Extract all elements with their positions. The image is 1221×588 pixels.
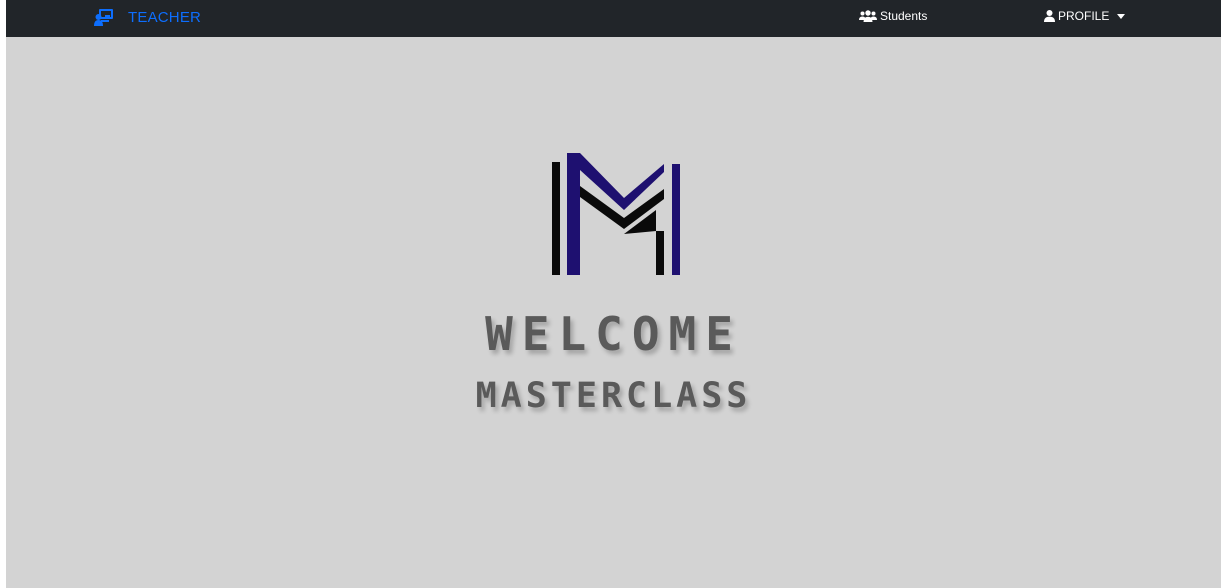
brand-label: TEACHER (128, 8, 202, 26)
brand-link[interactable]: TEACHER (94, 0, 201, 34)
profile-label: PROFILE (1058, 9, 1110, 23)
top-navbar: TEACHER Students PROFILE (6, 0, 1221, 37)
page: TEACHER Students PROFILE WELCOME MASTERC… (6, 0, 1221, 588)
nav-students-label: Students (880, 9, 928, 23)
chalkboard-teacher-icon (94, 9, 113, 26)
nav-students-link[interactable]: Students (859, 0, 927, 32)
users-icon (859, 10, 877, 22)
masterclass-m-logo (552, 153, 680, 275)
profile-dropdown-toggle[interactable]: PROFILE (1044, 0, 1126, 32)
user-icon (1044, 10, 1055, 22)
masterclass-subheading: MASTERCLASS (475, 376, 752, 416)
welcome-heading: WELCOME (485, 307, 742, 361)
caret-down-icon (1117, 14, 1126, 19)
